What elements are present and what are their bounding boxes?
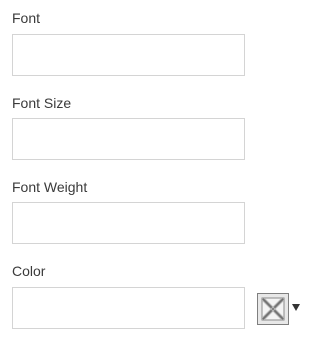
font-weight-input[interactable] xyxy=(12,202,245,244)
no-color-icon xyxy=(261,297,285,321)
font-label: Font xyxy=(12,10,41,26)
color-label: Color xyxy=(12,263,46,279)
font-weight-label: Font Weight xyxy=(12,179,88,195)
color-swatch[interactable] xyxy=(257,293,289,325)
font-size-input[interactable] xyxy=(12,118,245,160)
color-picker-button[interactable] xyxy=(257,293,325,325)
color-input[interactable] xyxy=(12,287,245,329)
font-input[interactable] xyxy=(12,34,245,76)
font-size-label: Font Size xyxy=(12,95,72,111)
triangle-down-icon[interactable] xyxy=(292,304,300,311)
